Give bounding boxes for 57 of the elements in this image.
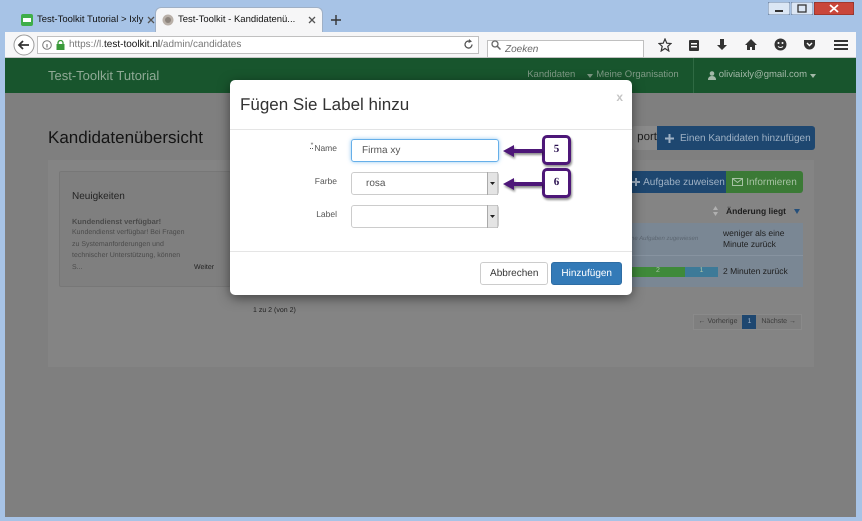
callout-badge: 5 [542,134,571,164]
field-label: Name [314,142,337,155]
search-field[interactable]: Zoeken [487,40,644,58]
info-icon[interactable] [42,40,52,50]
callout-arrow [502,176,542,190]
action-button[interactable]: Aufgabe zuweisen [631,171,726,193]
dropdown-icon[interactable] [487,172,498,195]
smiley-icon[interactable] [774,38,787,51]
search-icon [491,40,501,50]
dropdown-icon[interactable] [487,205,498,228]
select-field[interactable] [351,205,499,228]
lock-icon [56,40,65,50]
browser-tab[interactable]: Test-Toolkit - Kandidatenü... [155,7,323,32]
add-button[interactable]: Hinzufügen [551,262,622,285]
clipboard-icon[interactable] [688,38,700,52]
close-icon[interactable] [308,16,316,24]
callout-arrow [502,144,542,158]
menu-icon[interactable] [834,38,848,50]
user-icon [708,71,716,80]
plus-icon [665,134,674,142]
user-menu[interactable]: oliviaixly@gmail.com [708,68,816,83]
pocket-icon[interactable] [803,38,816,50]
table-cell-text: weniger als eine Minute zurück [723,228,786,250]
reload-icon[interactable] [463,39,474,50]
cancel-button[interactable]: Abbrechen [480,262,548,285]
home-icon[interactable] [744,38,758,51]
back-icon[interactable] [13,34,35,56]
column-header[interactable]: Änderung liegt [726,204,794,218]
envelope-icon [732,178,744,186]
star-icon[interactable] [658,38,672,52]
table-cell-text: 2 Minuten zurück [723,266,789,277]
favicon-icon [162,14,174,26]
minimize-icon[interactable] [768,2,790,15]
nav-link[interactable]: Meine Organisation [587,68,679,83]
dialog-title: Fügen Sie Label hinzu [240,94,410,116]
field-label: Label [316,208,337,221]
new-tab-icon[interactable] [331,15,341,25]
caret-icon [587,74,594,78]
text-input[interactable]: Firma xy [351,139,499,162]
maximize-icon[interactable] [791,2,813,15]
favicon-icon [21,14,33,26]
page-title: Kandidatenübersicht [48,127,204,150]
browser-tab[interactable]: Test-Toolkit Tutorial > Ixly [17,8,157,32]
action-button[interactable]: Informieren [726,171,803,193]
caret-icon [810,74,816,78]
plus-icon [632,178,640,186]
select-field[interactable]: rosa [351,172,499,195]
close-icon[interactable] [814,2,854,15]
export-button[interactable]: port [632,126,657,150]
address-field[interactable]: https://l.test-toolkit.nl/admin/candidates [37,36,479,54]
add-candidate-button[interactable]: Einen Kandidaten hinzufügen [657,126,815,150]
close-icon[interactable] [147,16,156,24]
callout-badge: 6 [542,168,571,198]
news-heading: Neuigkeiten [72,190,126,204]
nav-link[interactable]: Kandidaten [527,68,576,83]
download-icon[interactable] [716,38,728,52]
field-label: Farbe [314,175,337,188]
